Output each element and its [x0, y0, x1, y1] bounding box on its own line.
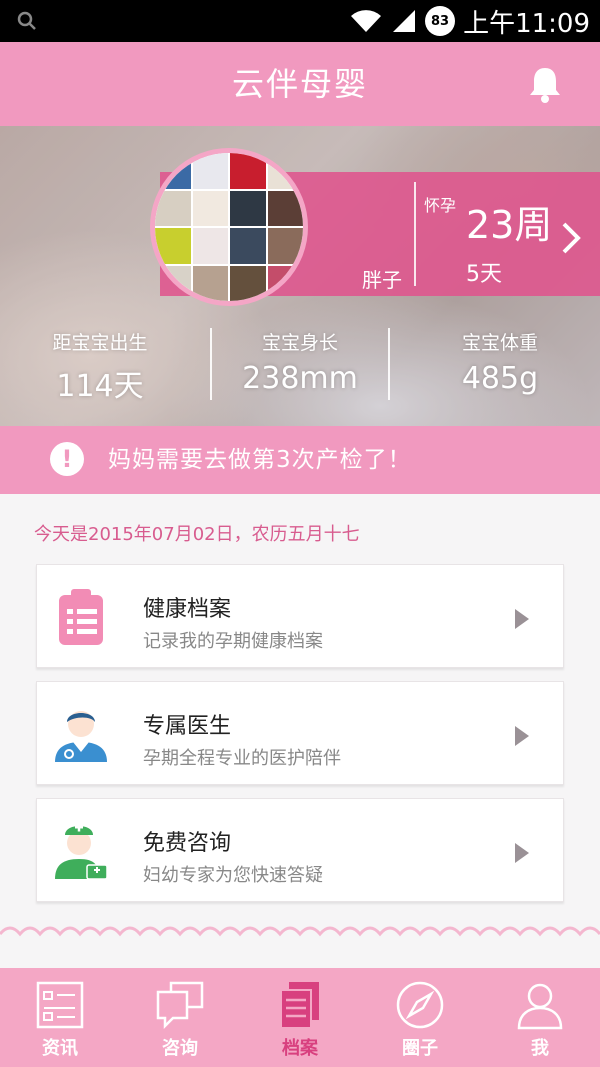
- person-icon: [517, 983, 563, 1030]
- records-icon: [280, 982, 319, 1029]
- avatar[interactable]: [150, 148, 308, 306]
- app-title: 云伴母婴: [231, 65, 368, 103]
- tab-consult[interactable]: 咨询: [120, 968, 240, 1067]
- status-bar: 83 上午11:09: [0, 0, 600, 42]
- compass-icon: [396, 981, 444, 1029]
- chevron-right-icon: [515, 609, 529, 629]
- divider: [210, 328, 212, 400]
- divider: [388, 328, 390, 400]
- bell-icon[interactable]: [528, 64, 562, 104]
- battery-icon: 83: [425, 6, 456, 36]
- stat-label: 宝宝体重: [461, 332, 538, 354]
- stat-value: 114天: [56, 369, 144, 404]
- card-free-consultation[interactable]: 免费咨询 妇幼专家为您快速答疑: [36, 798, 564, 902]
- chat-icon: [156, 981, 204, 1030]
- nurse-icon: [55, 823, 108, 880]
- search-icon: [17, 11, 36, 30]
- card-subtitle: 妇幼专家为您快速答疑: [143, 865, 323, 886]
- tab-label: 档案: [282, 1038, 318, 1059]
- tab-label: 圈子: [402, 1038, 438, 1059]
- stat-weight: 宝宝体重 485g: [400, 322, 600, 412]
- stat-label: 宝宝身长: [261, 332, 338, 354]
- card-title: 健康档案: [143, 597, 232, 622]
- card-title: 免费咨询: [143, 831, 232, 856]
- clock: 上午11:09: [463, 8, 590, 39]
- tab-news[interactable]: 资讯: [0, 968, 120, 1067]
- chevron-right-icon: [515, 843, 529, 863]
- card-subtitle: 记录我的孕期健康档案: [143, 631, 323, 652]
- tab-label: 我: [531, 1038, 549, 1059]
- app-header: 云伴母婴: [0, 42, 600, 126]
- bottom-tab-bar: 资讯 咨询 档案 圈子 我: [0, 968, 600, 1067]
- chevron-right-icon: [515, 726, 529, 746]
- card-title: 专属医生: [143, 714, 232, 739]
- card-personal-doctor[interactable]: 专属医生 孕期全程专业的医护陪伴: [36, 681, 564, 785]
- stat-value: 485g: [461, 361, 539, 396]
- alert-icon: !: [50, 442, 84, 476]
- notice-text: 妈妈需要去做第3次产检了！: [108, 447, 412, 473]
- date-line: 今天是2015年07月02日，农历五月十七: [34, 524, 360, 545]
- doctor-icon: [55, 711, 107, 762]
- signal-icon: [393, 10, 416, 32]
- clipboard-icon: [59, 589, 103, 645]
- tab-circle[interactable]: 圈子: [360, 968, 480, 1067]
- tab-me[interactable]: 我: [480, 968, 600, 1067]
- stat-label: 距宝宝出生: [52, 332, 148, 354]
- stat-value: 238mm: [242, 361, 358, 396]
- tab-label: 咨询: [162, 1038, 198, 1059]
- pregnancy-days: 5天: [466, 262, 502, 287]
- avatar-photo-collage: [155, 153, 303, 301]
- wifi-icon: [351, 10, 382, 32]
- news-icon: [36, 981, 84, 1029]
- profile-hero: 胖子 怀孕 23周 5天 距宝宝出生 114天 宝宝身长 238mm 宝宝体重 …: [0, 126, 600, 426]
- stat-length: 宝宝身长 238mm: [200, 322, 400, 412]
- scallop-divider: [0, 926, 600, 937]
- card-subtitle: 孕期全程专业的医护陪伴: [143, 748, 341, 769]
- divider: [414, 182, 416, 286]
- pregnancy-weeks: 23周: [466, 203, 553, 247]
- card-health-records[interactable]: 健康档案 记录我的孕期健康档案: [36, 564, 564, 668]
- pregnancy-label: 怀孕: [424, 196, 457, 215]
- stat-due: 距宝宝出生 114天: [0, 322, 200, 412]
- main-content: 今天是2015年07月02日，农历五月十七 健康档案 记录我的孕期健康档案 专属…: [0, 494, 600, 968]
- baby-stats: 距宝宝出生 114天 宝宝身长 238mm 宝宝体重 485g: [0, 322, 600, 412]
- tab-records[interactable]: 档案: [240, 968, 360, 1067]
- chevron-right-icon[interactable]: [558, 218, 584, 258]
- nickname: 胖子: [362, 268, 402, 292]
- tab-label: 资讯: [42, 1038, 78, 1059]
- checkup-notice[interactable]: ! 妈妈需要去做第3次产检了！: [0, 426, 600, 494]
